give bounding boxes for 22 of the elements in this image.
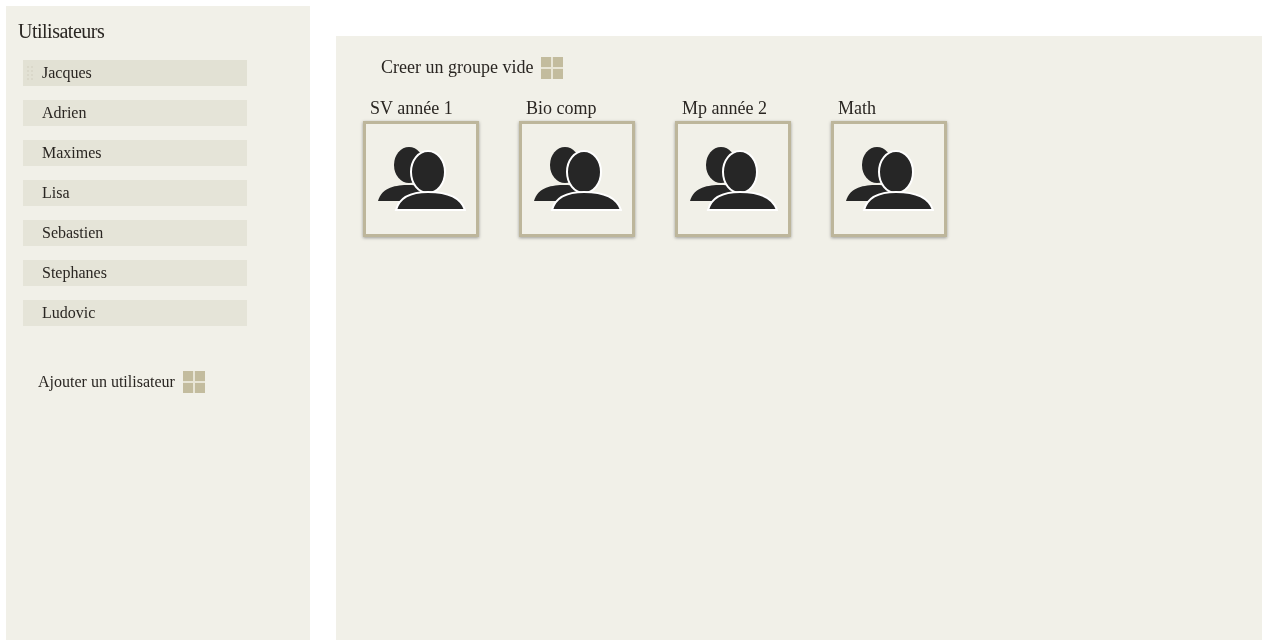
create-group-label[interactable]: Creer un groupe vide — [381, 54, 534, 81]
sidebar-title: Utilisateurs — [18, 19, 106, 44]
group-icon — [688, 147, 778, 211]
group-icon — [844, 147, 934, 211]
group-card[interactable] — [675, 121, 791, 237]
group-icon — [532, 147, 622, 211]
group-card[interactable] — [363, 121, 479, 237]
user-item[interactable]: Maximes — [23, 140, 247, 166]
group-card[interactable] — [519, 121, 635, 237]
group-name: Mp année 2 — [682, 97, 768, 119]
user-item[interactable]: Lisa — [23, 180, 247, 206]
group-icon — [376, 147, 466, 211]
group-name: Bio comp — [526, 97, 598, 119]
user-item[interactable]: Sebastien — [23, 220, 247, 246]
group-name: SV année 1 — [370, 97, 454, 119]
group-card[interactable] — [831, 121, 947, 237]
add-user-label[interactable]: Ajouter un utilisateur — [38, 370, 175, 394]
user-item[interactable]: Adrien — [23, 100, 247, 126]
user-item[interactable]: Stephanes — [23, 260, 247, 286]
user-item[interactable]: Ludovic — [23, 300, 247, 326]
group-name: Math — [838, 97, 877, 119]
user-item[interactable]: Jacques — [23, 60, 247, 86]
